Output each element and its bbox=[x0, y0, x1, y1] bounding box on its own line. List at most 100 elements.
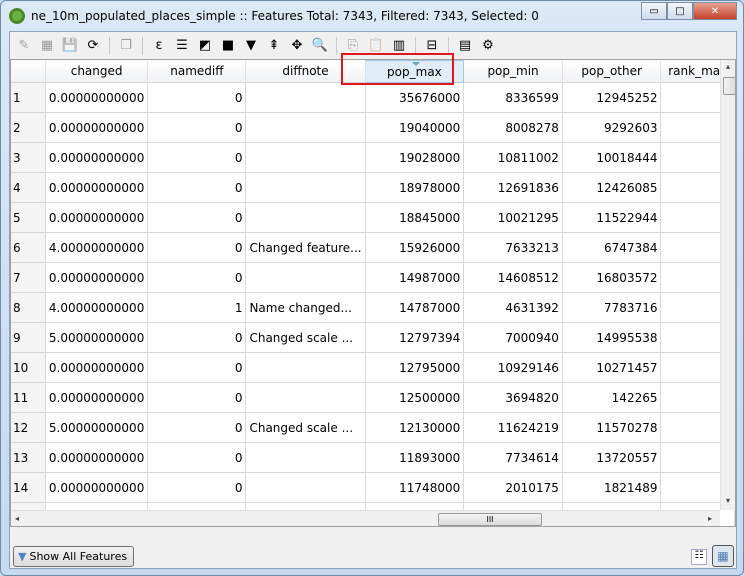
cell-namediff[interactable]: 0 bbox=[147, 412, 247, 443]
minimize-button[interactable]: ▭ bbox=[641, 2, 667, 20]
field-calculator-icon[interactable]: ⊟ bbox=[422, 36, 442, 56]
zoom-to-selection-icon[interactable]: 🔍 bbox=[310, 36, 330, 56]
column-header-changed[interactable]: changed bbox=[45, 60, 149, 83]
table-row[interactable]: 1 0.00000000000 0 35676000 8336599 12945252 bbox=[11, 82, 735, 113]
cell-pop-min[interactable]: 7633213 bbox=[463, 232, 563, 263]
cell-namediff[interactable]: 0 bbox=[147, 112, 247, 143]
cell-namediff[interactable]: 0 bbox=[147, 322, 247, 353]
cell-pop-other[interactable]: 6747384 bbox=[562, 232, 662, 263]
actions-icon[interactable]: ⚙ bbox=[478, 36, 498, 56]
column-header-diffnote[interactable]: diffnote bbox=[245, 60, 366, 83]
cell-changed[interactable]: 0.00000000000 bbox=[45, 382, 149, 413]
column-header-namediff[interactable]: namediff bbox=[147, 60, 247, 83]
row-number[interactable]: 11 bbox=[11, 382, 46, 413]
row-number[interactable]: 12 bbox=[11, 412, 46, 443]
row-number[interactable]: 10 bbox=[11, 352, 46, 383]
cell-changed[interactable]: 0.00000000000 bbox=[45, 472, 149, 503]
scroll-left-icon[interactable]: ◂ bbox=[15, 514, 19, 523]
cell-diffnote[interactable] bbox=[245, 82, 366, 113]
cell-pop-min[interactable]: 7734614 bbox=[463, 442, 563, 473]
cell-pop-other[interactable]: 11522944 bbox=[562, 202, 662, 233]
cell-pop-max[interactable]: 12130000 bbox=[365, 412, 465, 443]
table-row[interactable]: 7 0.00000000000 0 14987000 14608512 16803572 bbox=[11, 262, 735, 293]
pan-to-selection-icon[interactable]: ✥ bbox=[287, 36, 307, 56]
cell-diffnote[interactable] bbox=[245, 142, 366, 173]
column-header-pop-max[interactable]: pop_max bbox=[364, 60, 465, 83]
cell-pop-other[interactable]: 11570278 bbox=[562, 412, 662, 443]
vertical-scrollbar[interactable]: ▴ ▾ bbox=[720, 60, 735, 510]
table-row[interactable]: 11 0.00000000000 0 12500000 3694820 142265 bbox=[11, 382, 735, 413]
row-number[interactable]: 6 bbox=[11, 232, 46, 263]
cell-pop-min[interactable]: 8336599 bbox=[463, 82, 563, 113]
cell-changed[interactable]: 4.00000000000 bbox=[45, 292, 149, 323]
cell-diffnote[interactable] bbox=[245, 202, 366, 233]
move-selection-to-top-icon[interactable]: ⇞ bbox=[264, 36, 284, 56]
reload-icon[interactable]: ⟳ bbox=[83, 36, 103, 56]
row-number[interactable]: 2 bbox=[11, 112, 46, 143]
table-row[interactable]: 5 0.00000000000 0 18845000 10021295 11522944 bbox=[11, 202, 735, 233]
select-by-expression-icon[interactable]: ε bbox=[149, 36, 169, 56]
table-row[interactable]: 4 0.00000000000 0 18978000 12691836 12426085 bbox=[11, 172, 735, 203]
multi-edit-icon[interactable]: ▦ bbox=[37, 36, 57, 56]
cell-pop-other[interactable]: 12426085 bbox=[562, 172, 662, 203]
row-number[interactable]: 9 bbox=[11, 322, 46, 353]
cell-pop-min[interactable]: 10811002 bbox=[463, 142, 563, 173]
cell-diffnote[interactable]: Name changed... bbox=[245, 292, 366, 323]
cell-namediff[interactable]: 0 bbox=[147, 262, 247, 293]
cell-pop-max[interactable]: 19040000 bbox=[365, 112, 465, 143]
cell-pop-other[interactable]: 10271457 bbox=[562, 352, 662, 383]
cell-pop-max[interactable]: 14987000 bbox=[365, 262, 465, 293]
column-header-pop-min[interactable]: pop_min bbox=[463, 60, 563, 83]
cell-changed[interactable]: 0.00000000000 bbox=[45, 82, 149, 113]
cell-changed[interactable]: 5.00000000000 bbox=[45, 412, 149, 443]
select-all-icon[interactable]: ☰ bbox=[172, 36, 192, 56]
cell-diffnote[interactable] bbox=[245, 352, 366, 383]
row-number[interactable]: 7 bbox=[11, 262, 46, 293]
cell-pop-other[interactable]: 16803572 bbox=[562, 262, 662, 293]
cell-pop-max[interactable]: 18978000 bbox=[365, 172, 465, 203]
row-number[interactable]: 1 bbox=[11, 82, 46, 113]
cell-pop-max[interactable]: 35676000 bbox=[365, 82, 465, 113]
cell-diffnote[interactable]: Changed feature... bbox=[245, 232, 366, 263]
cell-pop-min[interactable]: 7000940 bbox=[463, 322, 563, 353]
corner-header[interactable] bbox=[11, 60, 46, 83]
cell-pop-max[interactable]: 11748000 bbox=[365, 472, 465, 503]
cell-diffnote[interactable]: Changed scale ... bbox=[245, 322, 366, 353]
cell-pop-min[interactable]: 2010175 bbox=[463, 472, 563, 503]
scroll-down-icon[interactable]: ▾ bbox=[726, 496, 730, 505]
cell-pop-other[interactable]: 9292603 bbox=[562, 112, 662, 143]
filter-icon[interactable]: ▼ bbox=[241, 36, 261, 56]
cell-changed[interactable]: 0.00000000000 bbox=[45, 172, 149, 203]
cell-pop-max[interactable]: 12797394 bbox=[365, 322, 465, 353]
deselect-all-icon[interactable]: ■ bbox=[218, 36, 238, 56]
cell-changed[interactable]: 0.00000000000 bbox=[45, 442, 149, 473]
conditional-formatting-icon[interactable]: ▤ bbox=[455, 36, 475, 56]
close-button[interactable]: ✕ bbox=[693, 2, 737, 20]
cell-changed[interactable]: 0.00000000000 bbox=[45, 202, 149, 233]
cell-pop-min[interactable]: 3694820 bbox=[463, 382, 563, 413]
table-row[interactable]: 12 5.00000000000 0 Changed scale ... 1213000… bbox=[11, 412, 735, 443]
cell-namediff[interactable]: 0 bbox=[147, 82, 247, 113]
form-view-button[interactable]: ☷ bbox=[691, 549, 707, 565]
cell-diffnote[interactable] bbox=[245, 172, 366, 203]
cell-pop-other[interactable]: 13720557 bbox=[562, 442, 662, 473]
copy-rows-icon[interactable]: ⎘ bbox=[343, 36, 363, 56]
table-view-button[interactable]: ▦ bbox=[712, 545, 734, 567]
cell-pop-max[interactable]: 19028000 bbox=[365, 142, 465, 173]
cell-diffnote[interactable] bbox=[245, 442, 366, 473]
delete-field-icon[interactable]: ▥ bbox=[389, 36, 409, 56]
cell-pop-other[interactable]: 7783716 bbox=[562, 292, 662, 323]
cell-pop-min[interactable]: 12691836 bbox=[463, 172, 563, 203]
table-row[interactable]: 8 4.00000000000 1 Name changed... 14787000 46… bbox=[11, 292, 735, 323]
row-number[interactable]: 3 bbox=[11, 142, 46, 173]
scroll-up-icon[interactable]: ▴ bbox=[726, 62, 730, 71]
cell-changed[interactable]: 0.00000000000 bbox=[45, 142, 149, 173]
pencil-icon[interactable]: ✎ bbox=[14, 36, 34, 56]
invert-selection-icon[interactable]: ◩ bbox=[195, 36, 215, 56]
maximize-button[interactable]: □ bbox=[667, 2, 693, 20]
cell-changed[interactable]: 0.00000000000 bbox=[45, 112, 149, 143]
table-row[interactable]: 2 0.00000000000 0 19040000 8008278 9292603 bbox=[11, 112, 735, 143]
cell-changed[interactable]: 4.00000000000 bbox=[45, 232, 149, 263]
cell-pop-max[interactable]: 12500000 bbox=[365, 382, 465, 413]
cell-pop-min[interactable]: 10929146 bbox=[463, 352, 563, 383]
